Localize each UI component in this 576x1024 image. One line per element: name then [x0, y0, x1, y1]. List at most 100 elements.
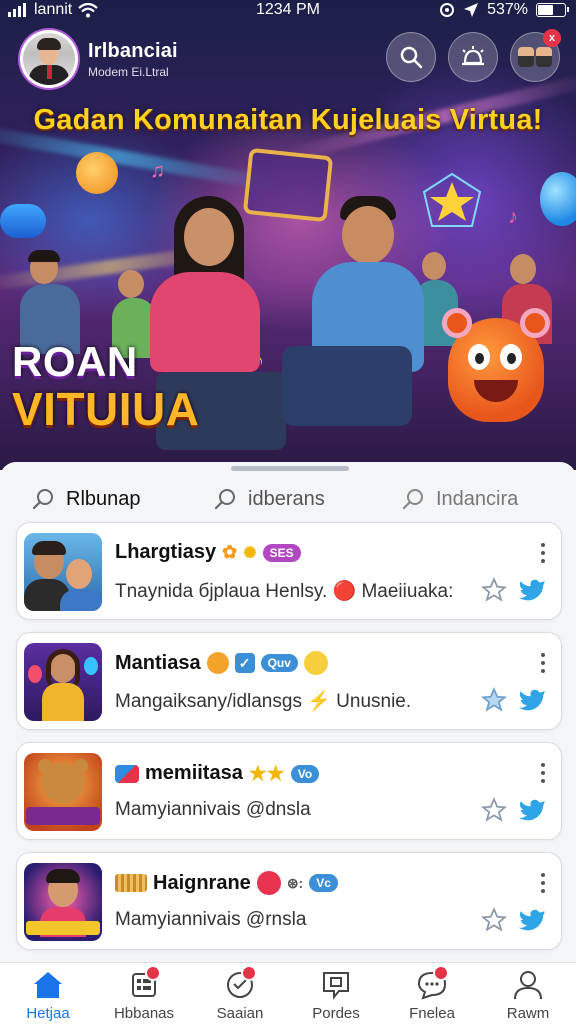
star-outline-icon[interactable] — [481, 577, 507, 603]
header-actions: x — [386, 29, 561, 82]
friends-button[interactable]: x — [510, 29, 561, 82]
tab-label: Indancira — [436, 487, 519, 510]
avatar[interactable] — [20, 30, 78, 88]
status-badge: SES — [262, 543, 301, 562]
notification-badge: x — [543, 29, 561, 47]
logo-line-2: VITUIUA — [12, 383, 200, 435]
grin-emoji-icon — [206, 652, 229, 674]
hero-logo: ROAN VITUIUA — [12, 338, 200, 436]
smile-emoji-icon — [76, 152, 118, 194]
logo-line-1: ROAN — [12, 338, 138, 385]
grid-icon — [127, 965, 161, 1001]
battery-level — [538, 5, 553, 15]
tab-idberans[interactable]: idberans — [214, 476, 325, 522]
sun-icon: ✺ — [243, 544, 257, 562]
status-badge: Quv — [260, 654, 298, 672]
search-button[interactable] — [386, 32, 436, 82]
star-outline-icon[interactable] — [481, 687, 507, 713]
alarm-icon — [462, 46, 484, 66]
tab-bar: Rlbunap idberans Indancira — [0, 476, 576, 532]
drag-handle[interactable] — [231, 466, 349, 471]
card-title: Mantiasa — [115, 651, 201, 674]
profile-name: Irlbanciai — [88, 39, 178, 62]
nav-badge — [145, 965, 161, 981]
card-thumbnail — [24, 863, 102, 941]
star-outline-icon[interactable] — [481, 907, 507, 933]
nav-home[interactable]: Hetjaa — [0, 969, 96, 1022]
ufo-icon — [0, 204, 46, 238]
status-badge: Vo — [290, 764, 320, 783]
nav-label: Fnelea — [409, 1005, 455, 1022]
search-icon — [400, 46, 423, 69]
card-subtitle: Mamyiannivais @dnsla — [115, 799, 311, 820]
nav-saaian[interactable]: Saaian — [192, 965, 288, 1022]
star-outline-icon[interactable] — [481, 797, 507, 823]
card-title: Lhargtiasy — [115, 541, 217, 563]
party-icon: ✿ — [222, 542, 238, 562]
tab-indancira[interactable]: Indancira — [402, 476, 518, 522]
message-square-icon — [323, 972, 349, 1000]
card-subtitle: Mangaiksany/idlansgs ⚡ Unusnie. — [115, 691, 412, 712]
list-item[interactable]: Haignrane ⊛: Vc Mamyiannivais @rnsla — [16, 852, 562, 950]
status-bar: lannit 1234 PM 537% — [0, 0, 576, 22]
tab-rlbunap[interactable]: Rlbunap — [32, 476, 141, 522]
nav-fnelea[interactable]: Fnelea — [384, 965, 480, 1022]
music-note-icon: ♫ — [150, 160, 165, 182]
twitter-bird-icon[interactable] — [517, 905, 547, 935]
nav-label: Hbbanas — [113, 1005, 175, 1022]
more-options-icon[interactable] — [541, 873, 545, 893]
card-subtitle: Tnaynida бjplaua Henlsy. 🔴 Maeiiuaka: — [115, 581, 454, 602]
mini-mode-icon: ⊛: — [286, 874, 304, 891]
nav-label: Pordes — [312, 1005, 360, 1022]
location-arrow-icon — [464, 3, 479, 17]
nav-pordes[interactable]: Pordes — [288, 969, 384, 1022]
card-thumbnail — [24, 753, 102, 831]
search-icon — [214, 489, 235, 510]
card-thumbnail — [24, 533, 102, 611]
photo-frame-icon — [242, 147, 334, 223]
list-item[interactable]: memiitasa ★★ Vo Mamyiannivais @dnsla — [16, 742, 562, 840]
more-options-icon[interactable] — [541, 763, 545, 783]
star-polyhedron-icon — [422, 172, 482, 227]
monster-emoji-icon — [256, 871, 281, 895]
twitter-bird-icon[interactable] — [517, 795, 547, 825]
list-item[interactable]: Mantiasa ✓ Quv Mangaiksany/idlansgs ⚡ Un… — [16, 632, 562, 730]
nav-label: Hetjaa — [26, 1005, 70, 1022]
battery-icon — [536, 3, 569, 17]
content-sheet: Rlbunap idberans Indancira Lhargtiasy ✿ … — [0, 462, 576, 962]
profile-subtitle: Modem Ei.Ltral — [88, 64, 169, 79]
nav-rawm[interactable]: Rawm — [480, 969, 576, 1022]
card-thumbnail — [24, 643, 102, 721]
list-item[interactable]: Lhargtiasy ✿ ✺ SES Tnaynida бjplaua Henl… — [16, 522, 562, 620]
nav-label: Saaian — [216, 1005, 264, 1022]
twitter-bird-icon[interactable] — [517, 685, 547, 715]
star-icon: ★★ — [248, 763, 285, 785]
ticket-icon — [115, 874, 147, 892]
profile-icon — [514, 971, 542, 1000]
nav-hbbanas[interactable]: Hbbanas — [96, 965, 192, 1022]
friends-avatars-icon — [518, 47, 552, 67]
more-options-icon[interactable] — [541, 653, 545, 673]
nav-label: Rawm — [506, 1005, 550, 1022]
lock-rotation-icon — [440, 3, 455, 17]
tab-label: idberans — [248, 487, 325, 510]
card-title: memiitasa — [145, 762, 243, 784]
battery-percent: 537% — [487, 1, 528, 18]
status-badge: Vc — [309, 874, 338, 892]
chat-bubble-icon — [415, 965, 449, 1001]
hero-banner[interactable]: lannit 1234 PM 537% Irlbanciai Modem Ei.… — [0, 0, 576, 470]
more-options-icon[interactable] — [541, 543, 545, 563]
nav-badge — [241, 965, 257, 981]
hero-headline: Gadan Komunaitan Kujeluais Virtua! — [33, 104, 543, 136]
profile-header[interactable]: Irlbanciai Modem Ei.Ltral — [20, 30, 178, 88]
music-note-icon: ♪ — [508, 206, 518, 228]
twitter-bird-icon[interactable] — [517, 575, 547, 605]
card-title: Haignrane — [153, 871, 251, 894]
alert-button[interactable] — [448, 32, 498, 82]
bottom-navigation: Hetjaa Hbbanas Saaian Pordes Fnelea Rawm — [0, 962, 576, 1024]
mascot-character — [442, 308, 550, 422]
tab-label: Rlbunap — [66, 487, 141, 510]
balloon-icon — [540, 172, 576, 226]
card-subtitle: Mamyiannivais @rnsla — [115, 909, 307, 930]
search-icon — [32, 489, 53, 510]
